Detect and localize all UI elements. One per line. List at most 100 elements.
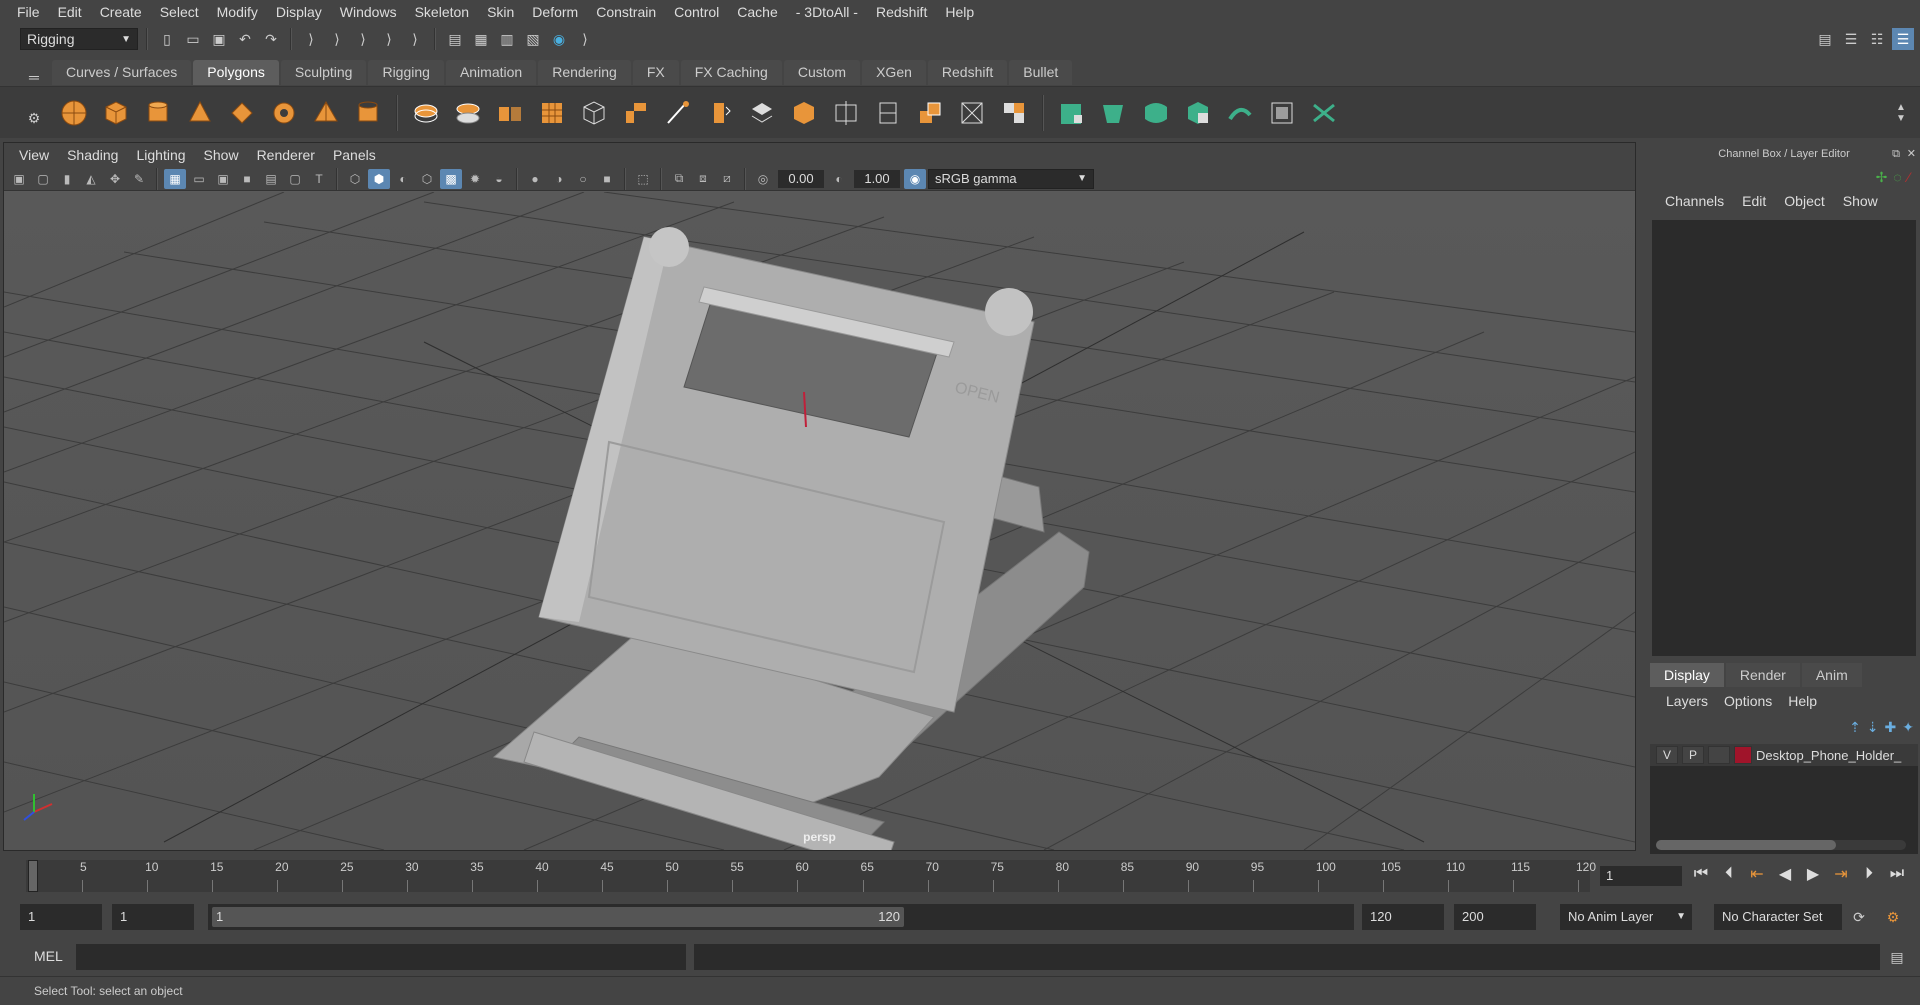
range-slider[interactable]: 1 120 bbox=[208, 904, 1354, 930]
uv-automatic-icon[interactable] bbox=[1180, 95, 1216, 131]
poly-pipe-icon[interactable] bbox=[350, 95, 386, 131]
shelf-menu-icon[interactable]: ═ bbox=[23, 66, 45, 88]
menu-skin[interactable]: Skin bbox=[478, 0, 523, 24]
safe-title-icon[interactable]: T bbox=[308, 169, 330, 189]
tab-fx-caching[interactable]: FX Caching bbox=[680, 60, 782, 85]
image-plane-icon[interactable]: ◭ bbox=[80, 169, 102, 189]
grid-icon[interactable]: ▦ bbox=[164, 168, 186, 189]
render-view-icon[interactable]: ▤ bbox=[444, 28, 466, 50]
step-back-icon[interactable]: ⏴ bbox=[1718, 865, 1740, 883]
color-management-icon[interactable]: ◉ bbox=[904, 168, 926, 189]
grease-pencil-icon[interactable]: ✎ bbox=[128, 169, 150, 189]
fill-hole-icon[interactable] bbox=[786, 95, 822, 131]
menu-edit[interactable]: Edit bbox=[49, 0, 91, 24]
script-editor-icon[interactable]: ▤ bbox=[1886, 946, 1908, 968]
playback-start-field[interactable]: 1 bbox=[112, 904, 194, 930]
isolate-select-icon[interactable]: ⬚ bbox=[632, 169, 654, 189]
menu-help[interactable]: Help bbox=[936, 0, 983, 24]
field-chart-icon[interactable]: ▤ bbox=[260, 169, 282, 189]
resolution-gate-icon[interactable]: ▣ bbox=[212, 169, 234, 189]
vp-menu-renderer[interactable]: Renderer bbox=[248, 143, 324, 167]
menu-deform[interactable]: Deform bbox=[523, 0, 587, 24]
scrollbar-thumb[interactable] bbox=[1656, 840, 1836, 850]
modeling-toolkit-icon[interactable]: ▤ bbox=[1814, 28, 1836, 50]
command-input[interactable] bbox=[76, 944, 686, 970]
layer-scrollbar[interactable] bbox=[1656, 840, 1906, 850]
channel-box-body[interactable] bbox=[1652, 220, 1916, 656]
anti-aliasing-icon[interactable]: ○ bbox=[572, 169, 594, 189]
tab-polygons[interactable]: Polygons bbox=[193, 60, 279, 85]
vp-menu-shading[interactable]: Shading bbox=[58, 143, 127, 167]
merge-icon[interactable] bbox=[912, 95, 948, 131]
speed-icon[interactable]: ⁄ bbox=[1908, 169, 1910, 185]
ipr-render-icon[interactable]: ▥ bbox=[496, 28, 518, 50]
wireframe-icon[interactable]: ⬡ bbox=[344, 169, 366, 189]
poly-sphere-icon[interactable] bbox=[56, 95, 92, 131]
time-ruler[interactable]: 1510152025303540455055606570758085909510… bbox=[26, 860, 1596, 892]
redo-icon[interactable]: ↷ bbox=[260, 28, 282, 50]
gamma-icon[interactable]: ◐ bbox=[828, 169, 850, 189]
step-forward-icon[interactable]: ⏵ bbox=[1858, 865, 1880, 883]
tab-rendering[interactable]: Rendering bbox=[538, 60, 631, 85]
gate-mask-icon[interactable]: ■ bbox=[236, 169, 258, 189]
viewport-scene[interactable]: OPEN persp bbox=[4, 192, 1635, 850]
le-menu-help[interactable]: Help bbox=[1780, 693, 1825, 709]
tab-sculpting[interactable]: Sculpting bbox=[280, 60, 367, 85]
safe-action-icon[interactable]: ▢ bbox=[284, 169, 306, 189]
menu-control[interactable]: Control bbox=[665, 0, 728, 24]
poly-torus-icon[interactable] bbox=[266, 95, 302, 131]
playhead[interactable] bbox=[28, 860, 38, 892]
go-to-end-icon[interactable]: ⏭ bbox=[1886, 865, 1908, 883]
film-gate-icon[interactable]: ▭ bbox=[188, 169, 210, 189]
separate-icon[interactable] bbox=[450, 95, 486, 131]
multi-cut-icon[interactable] bbox=[828, 95, 864, 131]
hypershade-icon[interactable]: ◉ bbox=[548, 28, 570, 50]
render-current-icon[interactable]: ▦ bbox=[470, 28, 492, 50]
poly-plane-icon[interactable] bbox=[224, 95, 260, 131]
menu-file[interactable]: File bbox=[8, 0, 49, 24]
auto-key-icon[interactable]: ⟳ bbox=[1848, 906, 1870, 928]
menu-modify[interactable]: Modify bbox=[208, 0, 267, 24]
extrude-icon[interactable] bbox=[618, 95, 654, 131]
tool-settings-icon[interactable]: ☷ bbox=[1866, 28, 1888, 50]
tab-xgen[interactable]: XGen bbox=[862, 60, 926, 85]
shelf-scroll-icon[interactable]: ▲ ▼ bbox=[1890, 102, 1912, 124]
go-to-start-icon[interactable]: ⏮ bbox=[1690, 865, 1712, 883]
menu-redshift[interactable]: Redshift bbox=[867, 0, 936, 24]
close-icon[interactable]: ✕ bbox=[1907, 142, 1916, 166]
tab-curves-surfaces[interactable]: Curves / Surfaces bbox=[52, 60, 192, 85]
layer-color-swatch[interactable] bbox=[1734, 746, 1752, 764]
collapse-icon[interactable] bbox=[954, 95, 990, 131]
wireframe-on-shaded-icon[interactable]: ⬡ bbox=[416, 169, 438, 189]
poly-pyramid-icon[interactable] bbox=[308, 95, 344, 131]
camera-attr-icon[interactable]: ▢ bbox=[32, 169, 54, 189]
combine-icon[interactable] bbox=[408, 95, 444, 131]
cb-menu-edit[interactable]: Edit bbox=[1733, 193, 1775, 209]
menu-select[interactable]: Select bbox=[151, 0, 208, 24]
snap-point-icon[interactable]: ⟩ bbox=[378, 28, 400, 50]
tab-animation[interactable]: Animation bbox=[445, 60, 537, 85]
le-menu-options[interactable]: Options bbox=[1716, 693, 1780, 709]
gamma-field[interactable]: 1.00 bbox=[854, 169, 900, 188]
exposure-field[interactable]: 0.00 bbox=[778, 169, 824, 188]
bookmark-icon[interactable]: ▮ bbox=[56, 169, 78, 189]
tab-redshift[interactable]: Redshift bbox=[927, 60, 1008, 85]
lights-icon[interactable]: ✹ bbox=[464, 169, 486, 189]
step-forward-key-icon[interactable]: ⇥ bbox=[1830, 864, 1852, 884]
arrow-right-icon[interactable]: ⟩ bbox=[574, 28, 596, 50]
move-layer-up-icon[interactable]: ⇡ bbox=[1849, 719, 1861, 736]
vp-menu-panels[interactable]: Panels bbox=[324, 143, 385, 167]
tab-display[interactable]: Display bbox=[1650, 663, 1724, 687]
tab-fx[interactable]: FX bbox=[632, 60, 679, 85]
save-scene-icon[interactable]: ▣ bbox=[208, 28, 230, 50]
tab-render[interactable]: Render bbox=[1725, 663, 1800, 687]
poly-cube-icon[interactable] bbox=[98, 95, 134, 131]
vp-menu-show[interactable]: Show bbox=[195, 143, 248, 167]
tab-bullet[interactable]: Bullet bbox=[1009, 60, 1073, 85]
uv-editor-icon[interactable] bbox=[1264, 95, 1300, 131]
new-layer-selected-icon[interactable]: ✦ bbox=[1902, 719, 1914, 736]
uv-cylindrical-icon[interactable] bbox=[1096, 95, 1132, 131]
layer-playback-toggle[interactable]: P bbox=[1682, 746, 1704, 764]
animation-start-field[interactable]: 1 bbox=[20, 904, 102, 930]
menu-skeleton[interactable]: Skeleton bbox=[406, 0, 478, 24]
